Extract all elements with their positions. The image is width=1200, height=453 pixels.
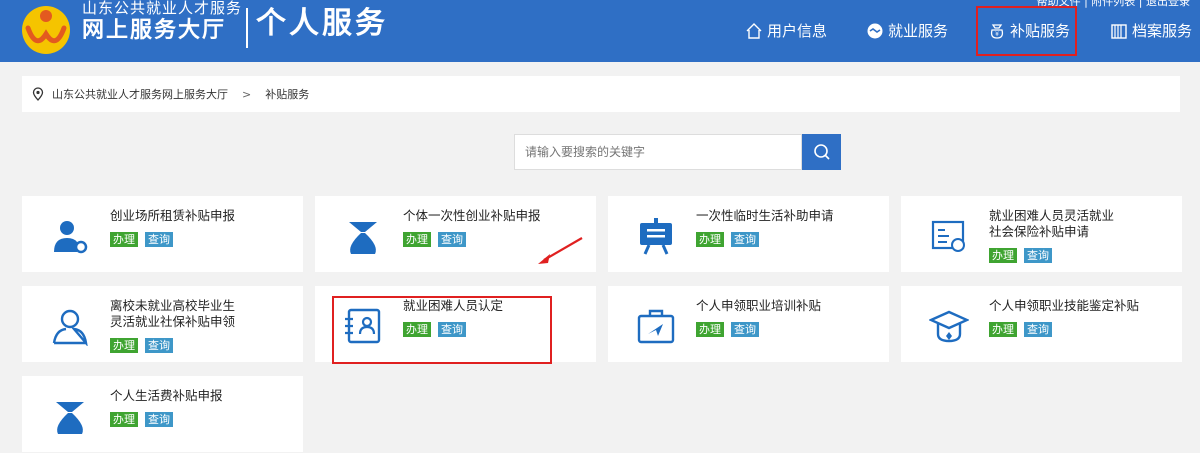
- do-button[interactable]: 办理: [110, 412, 138, 427]
- search-button[interactable]: [802, 134, 841, 170]
- search-input[interactable]: [514, 134, 802, 170]
- handshake-icon: [867, 23, 883, 39]
- card-title: 离校未就业高校毕业生 灵活就业社保补贴申领: [110, 298, 235, 330]
- card-title-line: 就业困难人员灵活就业: [989, 208, 1115, 223]
- brand-divider: [246, 8, 248, 48]
- card-temporary-living-aid[interactable]: 一次性临时生活补助申请 办理 查询: [608, 196, 889, 272]
- nav-archive[interactable]: 档案服务: [1110, 20, 1192, 42]
- card-skill-appraisal-subsidy[interactable]: 个人申领职业技能鉴定补贴 办理 查询: [901, 286, 1182, 362]
- query-button[interactable]: 查询: [145, 412, 173, 427]
- location-pin-icon: [32, 87, 44, 101]
- search-icon: [813, 144, 830, 160]
- easel-icon: [640, 218, 672, 255]
- query-button[interactable]: 查询: [731, 232, 759, 247]
- home-icon: [746, 23, 762, 39]
- card-graduate-social-insurance[interactable]: 离校未就业高校毕业生 灵活就业社保补贴申领 办理 查询: [22, 286, 303, 362]
- pointer-arrow-icon: [538, 237, 583, 264]
- query-button[interactable]: 查询: [1024, 248, 1052, 263]
- brand-top-text: 山东公共就业人才服务: [82, 0, 243, 17]
- do-button[interactable]: 办理: [989, 322, 1017, 337]
- breadcrumb-home[interactable]: 山东公共就业人才服务网上服务大厅: [52, 86, 228, 102]
- nav-archive-label: 档案服务: [1132, 22, 1193, 40]
- card-venue-rent-subsidy[interactable]: 创业场所租赁补贴申报 办理 查询: [22, 196, 303, 272]
- card-title-line: 离校未就业高校毕业生: [110, 298, 236, 313]
- breadcrumb: 山东公共就业人才服务网上服务大厅 > 补贴服务: [22, 76, 1180, 112]
- card-title-line: 灵活就业社保补贴申领: [110, 314, 236, 329]
- card-flexible-employment-insurance[interactable]: 就业困难人员灵活就业 社会保险补贴申请 办理 查询: [901, 196, 1182, 272]
- do-button[interactable]: 办理: [696, 232, 724, 247]
- query-button[interactable]: 查询: [731, 322, 759, 337]
- card-title: 一次性临时生活补助申请: [696, 208, 834, 223]
- graduation-cap-icon: [929, 310, 969, 343]
- breadcrumb-separator: >: [242, 87, 252, 101]
- card-living-allowance-subsidy[interactable]: 个人生活费补贴申报 办理 查询: [22, 376, 303, 452]
- do-button[interactable]: 办理: [403, 232, 431, 247]
- card-title: 个人生活费补贴申报: [110, 388, 223, 403]
- query-button[interactable]: 查询: [145, 338, 173, 353]
- nav-subsidy-highlight: [976, 6, 1077, 56]
- money-bag-icon: [349, 222, 377, 254]
- logo-icon: [22, 6, 70, 54]
- page-title: 个人服务: [256, 6, 388, 41]
- nav-employment[interactable]: 就业服务: [866, 20, 948, 42]
- briefcase-icon: [637, 309, 675, 344]
- money-bag-icon: [56, 402, 84, 434]
- card-title: 个体一次性创业补贴申报: [403, 208, 541, 223]
- do-button[interactable]: 办理: [110, 338, 138, 353]
- user-gear-icon: [54, 221, 88, 254]
- card-vocational-training-subsidy[interactable]: 个人申领职业培训补贴 办理 查询: [608, 286, 889, 362]
- breadcrumb-current: 补贴服务: [265, 88, 310, 101]
- query-button[interactable]: 查询: [1024, 322, 1052, 337]
- card-highlight-box: [332, 296, 552, 364]
- brand-bottom-text: 网上服务大厅: [82, 18, 227, 43]
- archive-icon: [1111, 24, 1127, 39]
- certificate-icon: [931, 220, 965, 252]
- do-button[interactable]: 办理: [110, 232, 138, 247]
- nav-user-info[interactable]: 用户信息: [745, 20, 827, 42]
- card-title: 就业困难人员灵活就业 社会保险补贴申请: [989, 208, 1114, 240]
- query-button[interactable]: 查询: [145, 232, 173, 247]
- card-title: 个人申领职业培训补贴: [696, 298, 822, 313]
- do-button[interactable]: 办理: [696, 322, 724, 337]
- person-outline-icon: [52, 309, 88, 346]
- card-title: 个人申领职业技能鉴定补贴: [989, 298, 1140, 313]
- card-title-line: 社会保险补贴申请: [989, 224, 1090, 239]
- nav-user-info-label: 用户信息: [767, 22, 828, 40]
- nav-employment-label: 就业服务: [888, 22, 949, 40]
- do-button[interactable]: 办理: [989, 248, 1017, 263]
- card-title: 创业场所租赁补贴申报: [110, 208, 236, 223]
- query-button[interactable]: 查询: [438, 232, 466, 247]
